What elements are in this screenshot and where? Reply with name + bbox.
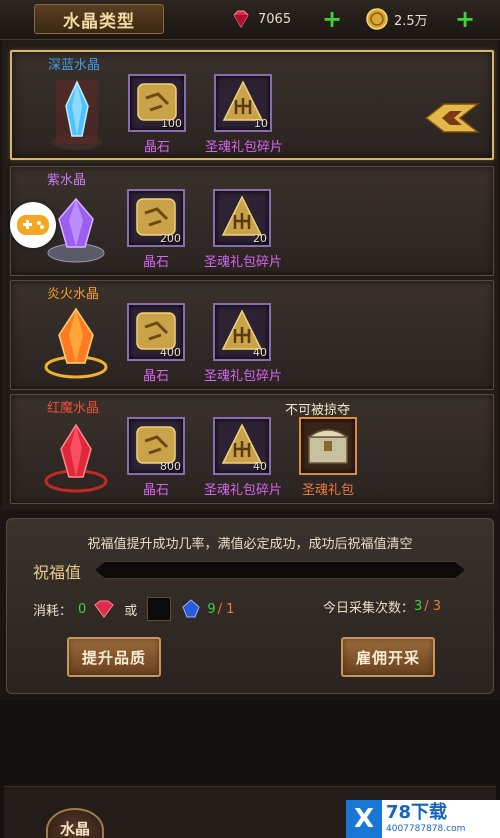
blessing-label: 祝福值 <box>33 563 82 582</box>
page-title: 水晶类型 <box>34 4 164 34</box>
crystal-name: 深蓝水晶 <box>48 58 101 73</box>
add-coins-button[interactable]: + <box>455 7 475 31</box>
gem-count: 7065 <box>258 11 292 27</box>
gamepad-icon <box>17 215 49 235</box>
crystal-card-purple[interactable]: 紫水晶 200 晶石 20 圣魂礼包碎片 <box>10 166 494 276</box>
stone-count: 100 <box>161 117 182 130</box>
blessing-panel: 祝福值提升成功几率，满值必定成功，成功后祝福值清空 祝福值 消耗： 0 或 9 … <box>6 518 494 694</box>
flame-crystal-icon <box>44 307 108 379</box>
gift-pack-slot[interactable] <box>299 417 357 475</box>
coin-count: 2.5万 <box>394 13 428 29</box>
daily-label: 今日采集次数： <box>323 601 415 616</box>
fragment-slot[interactable]: 10 <box>214 74 272 132</box>
crystal-name: 紫水晶 <box>47 173 87 188</box>
ruby-icon <box>94 600 114 618</box>
sapphire-have: 9 <box>207 601 216 617</box>
gamepad-floating-button[interactable] <box>10 202 56 248</box>
fragment-slot[interactable]: 20 <box>213 189 271 247</box>
stone-slot[interactable]: 800 <box>127 417 185 475</box>
ruby-cost: 0 <box>78 601 87 617</box>
crystal-card-deep-blue[interactable]: 深蓝水晶 100 晶石 10 圣魂礼包碎片 <box>10 50 494 160</box>
daily-collect-row: 今日采集次数： 3 / 3 <box>323 597 441 616</box>
stone-slot[interactable]: 400 <box>127 303 185 361</box>
crystal-card-red-demon[interactable]: 红魔水晶 800 晶石 40 圣魂礼包碎片 不可被掠夺 圣魂礼包 <box>10 394 494 504</box>
cost-label: 消耗： <box>33 603 73 619</box>
sapphire-need: / 1 <box>217 601 235 617</box>
stone-label: 晶石 <box>143 140 170 155</box>
add-gems-button[interactable]: + <box>322 7 342 31</box>
fragment-count: 40 <box>253 460 267 473</box>
stone-label: 晶石 <box>142 483 169 498</box>
gem-resource: 7065 <box>230 8 291 30</box>
crystal-list: 深蓝水晶 100 晶石 10 圣魂礼包碎片 紫水晶 200 晶石 20 圣魂礼包… <box>2 40 498 510</box>
unplunderable-tag: 不可被掠夺 <box>285 403 351 418</box>
daily-total: / 3 <box>424 599 442 614</box>
fragment-label: 圣魂礼包碎片 <box>203 483 282 498</box>
watermark-url: 4007787878.com <box>386 824 466 834</box>
red-crystal-icon <box>44 423 108 493</box>
stone-count: 800 <box>160 460 181 473</box>
fragment-count: 40 <box>253 346 267 359</box>
stone-slot[interactable]: 100 <box>128 74 186 132</box>
sapphire-icon <box>182 599 200 618</box>
stone-label: 晶石 <box>142 369 169 384</box>
blue-crystal-icon <box>51 80 103 150</box>
daily-used: 3 <box>414 599 423 614</box>
coin-resource: 2.5万 <box>366 8 428 30</box>
top-bar: 水晶类型 7065 + 2.5万 + <box>0 0 500 40</box>
treasure-chest-icon <box>306 429 350 464</box>
cost-row: 消耗： 0 或 9 / 1 <box>33 597 234 621</box>
site-watermark: X 78下载 4007787878.com <box>346 800 500 838</box>
fragment-label: 圣魂礼包碎片 <box>204 140 283 155</box>
fragment-label: 圣魂礼包碎片 <box>203 369 282 384</box>
gift-pack-label: 圣魂礼包 <box>301 483 354 498</box>
selected-arrow-icon <box>424 103 480 133</box>
empty-item-slot[interactable] <box>147 597 172 621</box>
crystal-card-flame[interactable]: 炎火水晶 400 晶石 40 圣魂礼包碎片 <box>10 280 494 390</box>
hire-mining-button[interactable]: 雇佣开采 <box>341 637 435 677</box>
stone-count: 400 <box>160 346 181 359</box>
stone-slot[interactable]: 200 <box>127 189 185 247</box>
coin-icon <box>366 8 388 30</box>
fragment-label: 圣魂礼包碎片 <box>203 255 282 270</box>
fragment-slot[interactable]: 40 <box>213 417 271 475</box>
fragment-count: 20 <box>253 232 267 245</box>
crystal-name: 红魔水晶 <box>47 401 100 416</box>
stone-count: 200 <box>160 232 181 245</box>
crystal-name: 炎火水晶 <box>47 287 100 302</box>
stone-label: 晶石 <box>142 255 169 270</box>
fragment-slot[interactable]: 40 <box>213 303 271 361</box>
watermark-logo-icon: X <box>346 800 382 838</box>
ruby-icon <box>233 10 249 28</box>
or-label: 或 <box>124 603 138 619</box>
watermark-title: 78下载 <box>386 802 448 823</box>
upgrade-quality-button[interactable]: 提升品质 <box>67 637 161 677</box>
blessing-hint: 祝福值提升成功几率，满值必定成功，成功后祝福值清空 <box>87 537 413 552</box>
fragment-count: 10 <box>254 117 268 130</box>
blessing-progress-bar <box>95 561 465 579</box>
